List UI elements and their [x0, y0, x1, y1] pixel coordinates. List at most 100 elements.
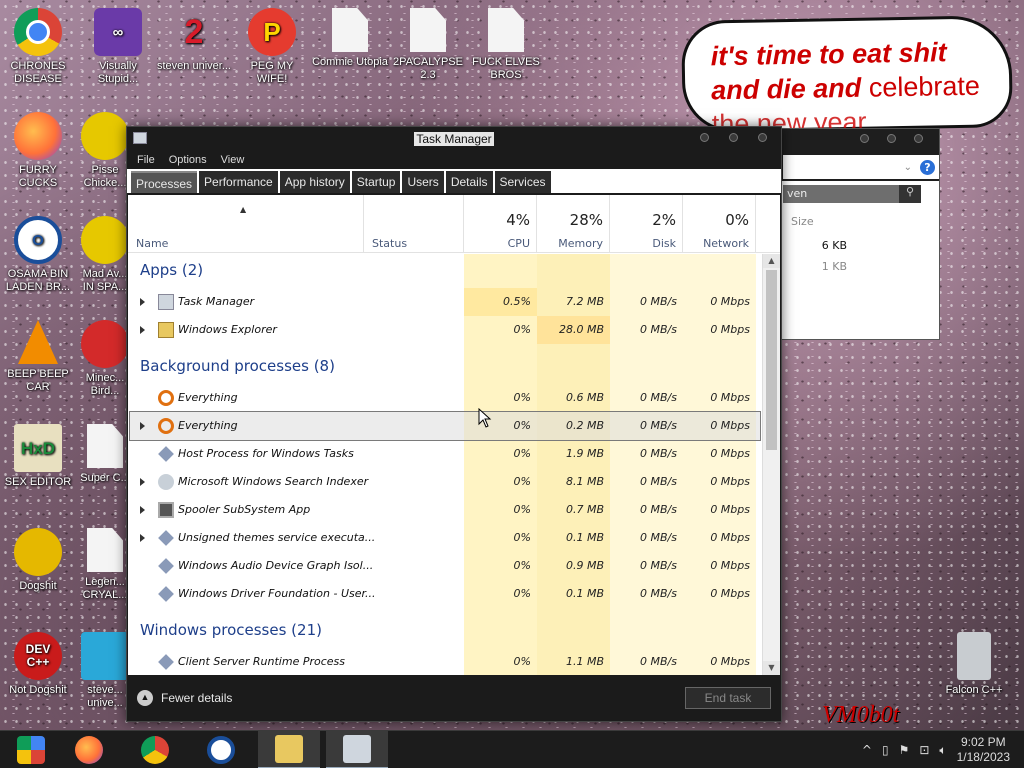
desktop-icon-peg-my-wife[interactable]: P PEG MY WIFE!	[234, 8, 310, 86]
tab-services[interactable]: Services	[494, 171, 551, 193]
desktop-icon-steven-universe[interactable]: 2 steven univer...	[156, 8, 232, 73]
column-header-name[interactable]: ▲ Name	[128, 195, 364, 252]
desktop-icon-chrones-disease[interactable]: CHRONES DISEASE	[0, 8, 76, 86]
table-row[interactable]: Task Manager 0.5% 7.2 MB 0 MB/s 0 Mbps	[128, 288, 762, 316]
tab-processes[interactable]: Processes	[131, 171, 198, 193]
task-manager-window[interactable]: Task Manager File Options View Processes…	[126, 126, 782, 722]
expand-arrow-icon[interactable]	[140, 326, 145, 334]
column-header-status[interactable]: Status	[364, 195, 464, 252]
expand-arrow-icon[interactable]	[140, 506, 145, 514]
tab-app-history[interactable]: App history	[279, 171, 350, 193]
window-title: Task Manager	[414, 132, 494, 146]
group-header-background[interactable]: Background processes (8)	[140, 352, 335, 380]
menu-view[interactable]: View	[221, 151, 245, 169]
network-icon[interactable]: ⊡	[919, 743, 929, 757]
table-row[interactable]: Host Process for Windows Tasks 0% 1.9 MB…	[128, 440, 762, 468]
table-row[interactable]: Unsigned themes service executa... 0% 0.…	[128, 524, 762, 552]
desktop-icon-beep-beep-car[interactable]: BEEP BEEP CAR	[0, 320, 76, 394]
search-icon[interactable]: ⚲	[899, 185, 921, 203]
angry-birds-icon	[81, 216, 129, 264]
service-diamond-icon	[158, 654, 174, 670]
vertical-scrollbar[interactable]: ▲ ▼	[762, 254, 780, 675]
desktop-icon-not-dogshit[interactable]: DEV C++ Not Dogshit	[0, 632, 76, 697]
expand-arrow-icon[interactable]	[140, 478, 145, 486]
tab-users[interactable]: Users	[402, 171, 444, 193]
taskbar-firefox[interactable]	[58, 731, 120, 768]
table-row[interactable]: Spooler SubSystem App 0% 0.7 MB 0 MB/s 0…	[128, 496, 762, 524]
file-size: 6 KB	[821, 239, 847, 252]
tab-details[interactable]: Details	[445, 171, 493, 193]
end-task-button[interactable]: End task	[685, 687, 771, 709]
desktop-icon-sex-editor[interactable]: HxD SEX EDITOR	[0, 424, 76, 489]
desktop-icon-dogshit[interactable]: Dogshit	[0, 528, 76, 593]
desktop-icon-legend-cryal[interactable]: Legen... CRYAL...	[80, 528, 130, 602]
tab-startup[interactable]: Startup	[351, 171, 401, 193]
minimize-button[interactable]	[860, 134, 869, 143]
scroll-down-arrow-icon[interactable]: ▼	[763, 661, 780, 675]
close-button[interactable]	[914, 134, 923, 143]
system-tray: ^ ▯ ⚑ ⊡ 🔈︎ 9:02 PM 1/18/2023	[862, 731, 1024, 768]
desktop-icon-fuck-elves-bros[interactable]: FUCK ELVES BROS	[468, 8, 544, 82]
file-icon	[410, 8, 446, 52]
desktop-icon-osama-bin-laden[interactable]: O OSAMA BIN LADEN BR...	[0, 216, 76, 294]
group-header-windows[interactable]: Windows processes (21)	[140, 616, 322, 644]
menu-options[interactable]: Options	[169, 151, 207, 169]
table-row[interactable]: Microsoft Windows Search Indexer 0% 8.1 …	[128, 468, 762, 496]
tab-performance[interactable]: Performance	[199, 171, 278, 193]
desktop-icon-minec-bird[interactable]: Minec... Bird...	[80, 320, 130, 398]
column-header-cpu[interactable]: 4% CPU	[464, 195, 537, 252]
firefox-icon	[14, 112, 62, 160]
taskbar-obama[interactable]	[190, 731, 252, 768]
table-row[interactable]: Client Server Runtime Process 0% 1.1 MB …	[128, 648, 762, 675]
column-header-memory[interactable]: 28% Memory	[537, 195, 610, 252]
table-row[interactable]: Windows Driver Foundation - User... 0% 0…	[128, 580, 762, 608]
vlc-cone-icon	[18, 320, 58, 364]
maximize-button[interactable]	[887, 134, 896, 143]
clock[interactable]: 9:02 PM 1/18/2023	[957, 735, 1010, 765]
table-row[interactable]: Windows Audio Device Graph Isol... 0% 0.…	[128, 552, 762, 580]
start-button[interactable]	[0, 731, 62, 768]
scroll-up-arrow-icon[interactable]: ▲	[763, 254, 780, 268]
maximize-button[interactable]	[729, 133, 738, 142]
close-button[interactable]	[758, 133, 767, 142]
expand-arrow-icon[interactable]	[140, 298, 145, 306]
desktop-icon-pisse-chicke[interactable]: Pisse Chicke...	[80, 112, 130, 190]
show-hidden-icons-icon[interactable]: ^	[862, 743, 872, 757]
column-header-disk[interactable]: 2% Disk	[610, 195, 683, 252]
chevron-down-icon[interactable]: ⌄	[904, 162, 912, 173]
explorer-window[interactable]: ⌄ ? ven ⚲ Size 6 KB 1 KB	[780, 128, 940, 340]
scroll-thumb[interactable]	[766, 270, 777, 450]
notification-icon[interactable]: ▯	[882, 743, 889, 757]
table-row[interactable]: Everything 0% 0.6 MB 0 MB/s 0 Mbps	[128, 384, 762, 412]
desktop-icon-furry-cucks[interactable]: FURRY CUCKS	[0, 112, 76, 190]
obama-logo-icon	[207, 736, 235, 764]
desktop-icon-steven-universe-2[interactable]: steve... unive...	[80, 632, 130, 710]
taskbar-chrome[interactable]	[124, 731, 186, 768]
taskbar-file-explorer[interactable]	[258, 731, 320, 768]
expand-arrow-icon[interactable]	[140, 534, 145, 542]
expand-arrow-icon[interactable]	[140, 422, 145, 430]
help-icon[interactable]: ?	[920, 159, 935, 175]
desktop-icon-visually-stupid[interactable]: ∞ Visually Stupid...	[80, 8, 156, 86]
desktop-icon-super-c[interactable]: Super C...	[80, 424, 130, 485]
title-bar[interactable]: Task Manager	[127, 127, 781, 151]
desktop-icon-falcon-cpp[interactable]: Falcon C++	[936, 632, 1012, 697]
flag-icon[interactable]: ⚑	[899, 743, 910, 757]
desktop-icon-2pacalypse[interactable]: 2PACALYPSE 2.3	[390, 8, 466, 82]
column-headers: ▲ Name Status 4% CPU 28% Memory 2% Disk …	[128, 195, 780, 253]
gem-icon	[81, 632, 129, 680]
desktop-icon-mad-av[interactable]: Mad Av... IN SPA...	[80, 216, 130, 294]
menu-file[interactable]: File	[137, 151, 155, 169]
desktop-icon-commie-utopia[interactable]: Commie Utopia	[312, 8, 388, 69]
file-icon	[87, 528, 123, 572]
fewer-details-button[interactable]: ▲ Fewer details	[137, 690, 232, 706]
column-header-network[interactable]: 0% Network	[683, 195, 756, 252]
taskbar-task-manager[interactable]	[326, 731, 388, 768]
column-header-size[interactable]: Size	[791, 215, 814, 228]
table-row-selected[interactable]: Everything 0% 0.2 MB 0 MB/s 0 Mbps	[129, 411, 761, 441]
table-row[interactable]: Windows Explorer 0% 28.0 MB 0 MB/s 0 Mbp…	[128, 316, 762, 344]
volume-icon[interactable]: 🔈︎	[939, 743, 946, 758]
group-header-apps[interactable]: Apps (2)	[140, 256, 203, 284]
address-bar[interactable]: ⌄ ?	[783, 155, 939, 179]
minimize-button[interactable]	[700, 133, 709, 142]
